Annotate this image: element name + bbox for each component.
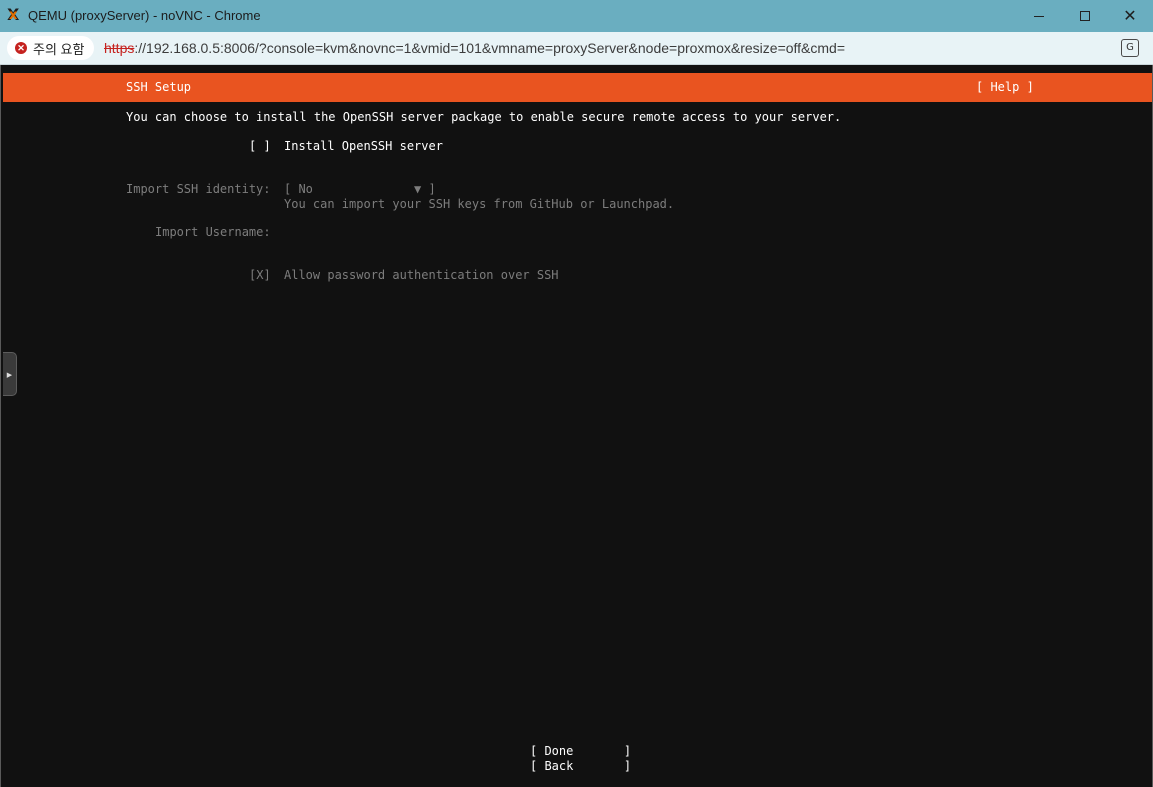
install-openssh-checkbox[interactable]: [ ]: [249, 139, 271, 153]
minimize-icon: [1034, 15, 1044, 17]
translate-icon[interactable]: G: [1121, 39, 1139, 57]
done-button[interactable]: [ Done ]: [530, 744, 631, 758]
console-top-strip: [3, 65, 1152, 73]
help-button[interactable]: [ Help ]: [976, 80, 1034, 94]
intro-text: You can choose to install the OpenSSH se…: [126, 110, 842, 124]
url-text[interactable]: https://192.168.0.5:8006/?console=kvm&no…: [104, 40, 845, 56]
minimize-button[interactable]: [1016, 0, 1062, 32]
close-button[interactable]: ✕: [1107, 0, 1153, 32]
import-identity-label: Import SSH identity:: [126, 182, 271, 196]
proxmox-x-icon: Xx: [7, 5, 20, 24]
security-warning-chip[interactable]: ✕ 주의 요함: [7, 36, 95, 60]
allow-password-label[interactable]: Allow password authentication over SSH: [284, 268, 559, 282]
back-button[interactable]: [ Back ]: [530, 759, 631, 773]
window-titlebar: Xx QEMU (proxyServer) - noVNC - Chrome ✕: [0, 0, 1153, 32]
install-openssh-label[interactable]: Install OpenSSH server: [284, 139, 443, 153]
close-icon: ✕: [1123, 6, 1137, 25]
allow-password-checkbox[interactable]: [X]: [249, 268, 271, 282]
address-bar[interactable]: ✕ 주의 요함 https://192.168.0.5:8006/?consol…: [0, 32, 1153, 65]
import-username-label: Import Username:: [155, 225, 271, 239]
installer-header: SSH Setup [ Help ]: [3, 73, 1152, 102]
vnc-canvas[interactable]: SSH Setup [ Help ] You can choose to ins…: [0, 65, 1153, 787]
url-scheme: https: [104, 40, 135, 56]
import-identity-help: You can import your SSH keys from GitHub…: [284, 197, 675, 211]
security-warning-label: 주의 요함: [33, 41, 85, 57]
window-title: QEMU (proxyServer) - noVNC - Chrome: [28, 8, 261, 23]
url-rest: ://192.168.0.5:8006/?console=kvm&novnc=1…: [134, 40, 846, 56]
maximize-button[interactable]: [1062, 0, 1108, 32]
page-title: SSH Setup: [126, 80, 192, 94]
import-identity-select[interactable]: [ No ▼ ]: [284, 182, 436, 196]
expand-arrow-icon[interactable]: ▶: [3, 352, 17, 396]
warning-circle-icon: ✕: [15, 42, 27, 54]
maximize-icon: [1080, 11, 1090, 21]
